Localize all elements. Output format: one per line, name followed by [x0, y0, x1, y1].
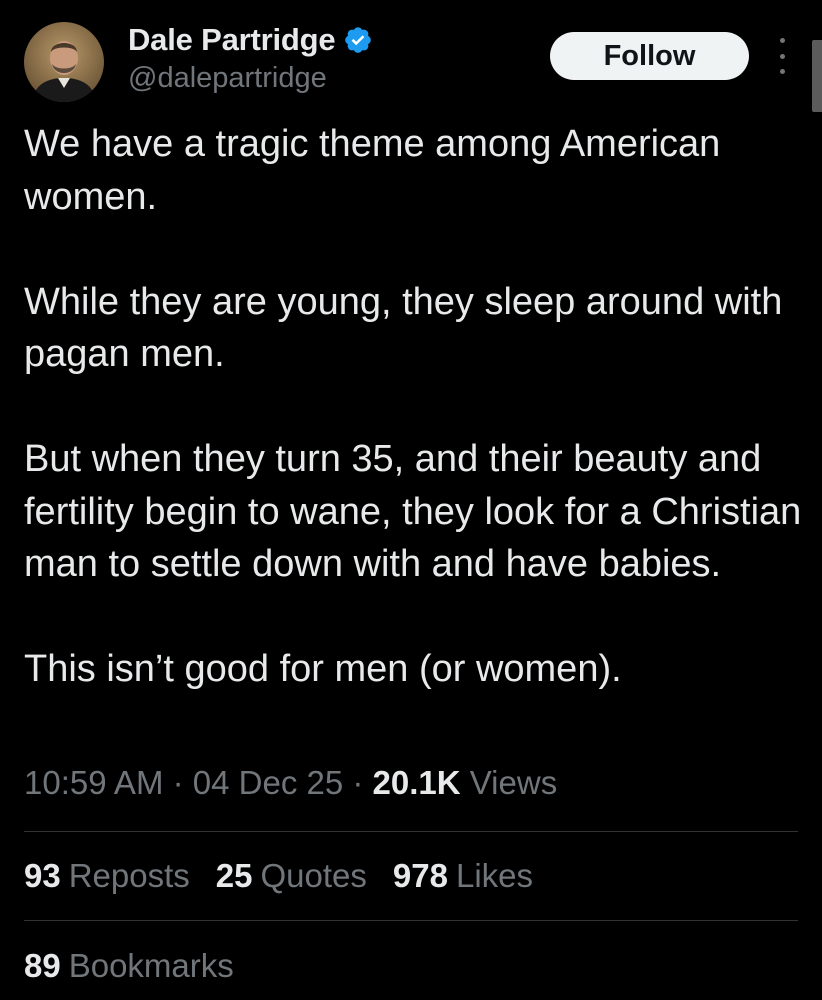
divider — [24, 920, 798, 921]
bookmarks-label: Bookmarks — [68, 947, 234, 984]
tweet-paragraph: This isn’t good for men (or women). — [24, 648, 622, 690]
likes-count: 978 — [392, 857, 448, 894]
tweet-time[interactable]: 10:59 AM — [24, 764, 163, 801]
likes-label: Likes — [455, 857, 534, 894]
author-handle[interactable]: @dalepartridge — [128, 62, 327, 95]
views-label: Views — [469, 764, 558, 801]
tweet-paragraph: While they are young, they sleep around … — [24, 280, 783, 376]
reposts-label: Reposts — [68, 857, 190, 894]
divider — [24, 831, 798, 832]
verified-badge-icon[interactable] — [343, 25, 373, 55]
more-vertical-icon[interactable] — [772, 38, 792, 74]
tweet-text: We have a tragic theme among American wo… — [24, 118, 804, 696]
avatar[interactable] — [24, 22, 104, 102]
views-count: 20.1K — [372, 764, 461, 801]
reposts-stat[interactable]: 93 Reposts — [24, 857, 190, 895]
likes-stat[interactable]: 978 Likes — [393, 857, 533, 895]
bookmarks-count: 89 — [24, 947, 61, 984]
bookmarks-stat[interactable]: 89 Bookmarks — [24, 947, 234, 985]
meta-separator: · — [343, 764, 373, 801]
meta-separator: · — [163, 764, 193, 801]
author-name-row: Dale Partridge — [128, 20, 373, 60]
more-dot — [779, 53, 785, 59]
author-display-name[interactable]: Dale Partridge — [128, 22, 336, 58]
tweet-metadata: 10:59 AM · 04 Dec 25 · 20.1K Views — [24, 764, 557, 802]
quotes-label: Quotes — [260, 857, 367, 894]
reposts-count: 93 — [24, 857, 61, 894]
more-dot — [779, 38, 785, 43]
tweet-date[interactable]: 04 Dec 25 — [193, 764, 343, 801]
more-dot — [779, 69, 785, 74]
tweet-paragraph: But when they turn 35, and their beauty … — [24, 438, 802, 585]
scrollbar-thumb[interactable] — [812, 40, 822, 112]
tweet-paragraph: We have a tragic theme among American wo… — [24, 123, 721, 218]
follow-button[interactable]: Follow — [550, 32, 749, 80]
quotes-count: 25 — [215, 857, 253, 894]
engagement-stats: 93 Reposts 25 Quotes 978 Likes — [24, 857, 559, 895]
quotes-stat[interactable]: 25 Quotes — [216, 857, 367, 895]
avatar-photo — [24, 22, 104, 102]
